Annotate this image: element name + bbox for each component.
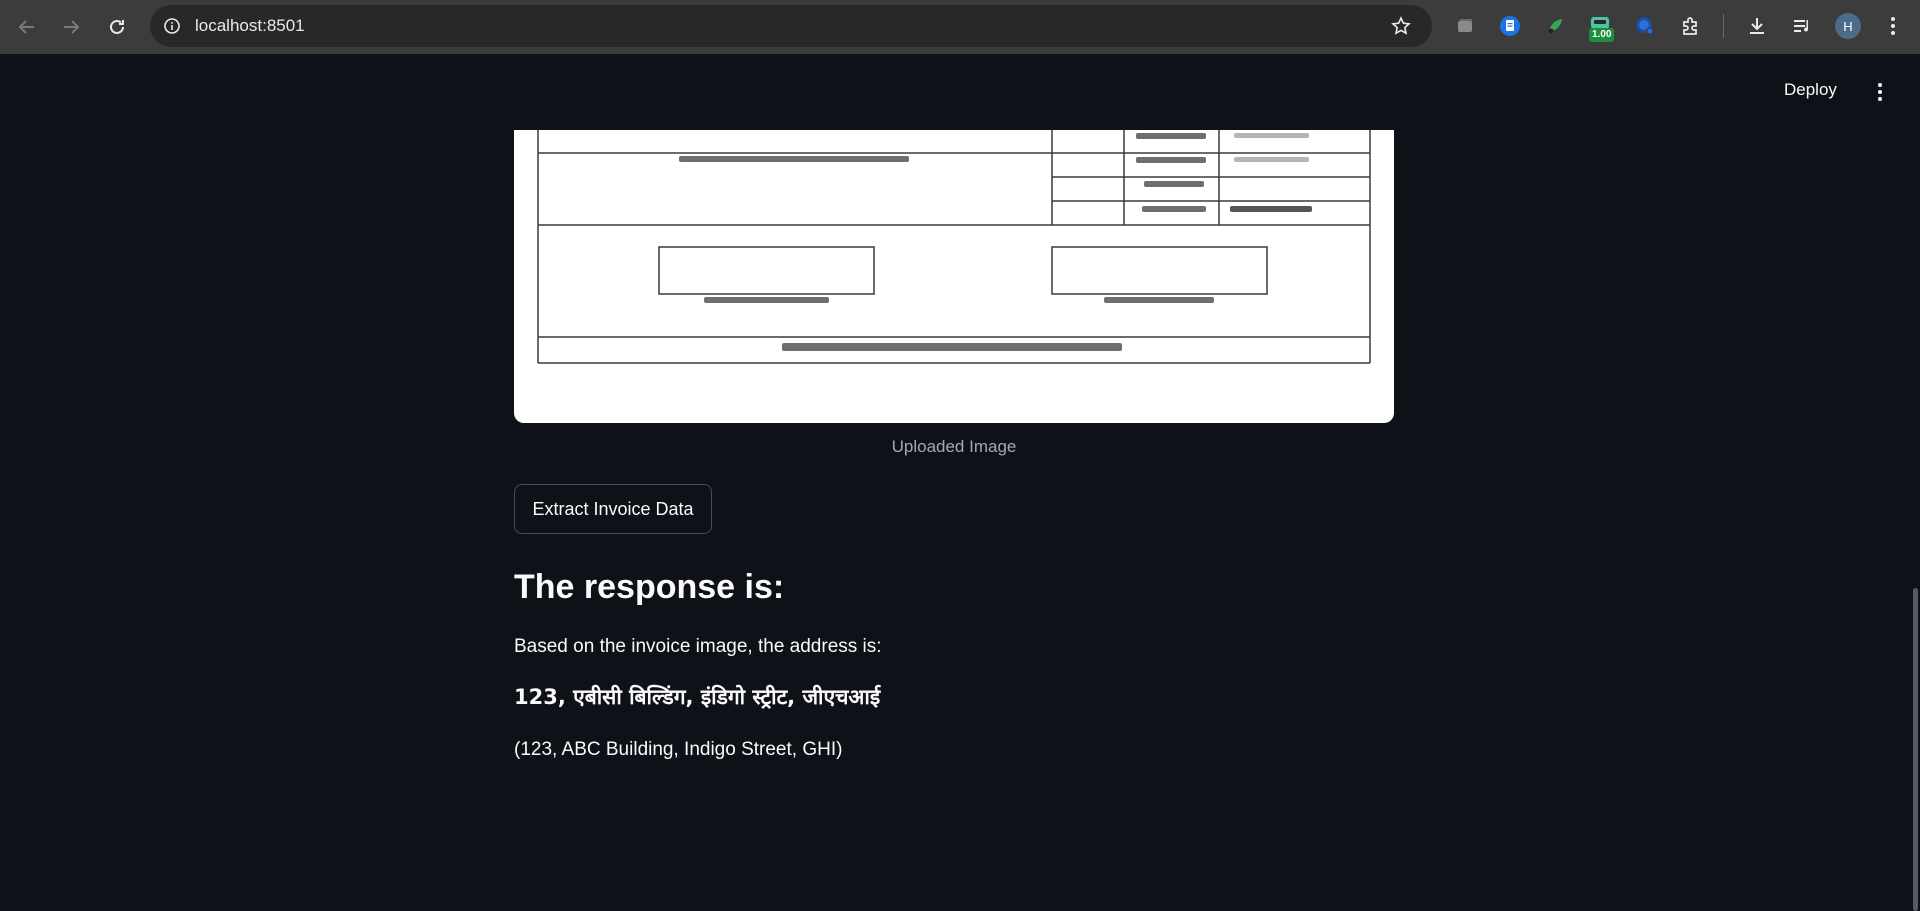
url-text[interactable]: localhost:8501	[195, 16, 305, 36]
reload-icon	[110, 19, 124, 34]
scrollbar-thumb[interactable]	[1913, 588, 1918, 911]
app-header	[0, 54, 1920, 130]
extensions-puzzle-icon[interactable]	[1675, 11, 1705, 41]
docs-extension-icon[interactable]	[1495, 11, 1525, 41]
download-icon[interactable]	[1742, 11, 1772, 41]
address-bar[interactable]: localhost:8501	[150, 5, 1432, 47]
arrow-right-icon	[64, 20, 80, 34]
extract-invoice-data-button[interactable]: Extract Invoice Data	[514, 484, 712, 534]
response-translation-text: (123, ABC Building, Indigo Street, GHI)	[514, 739, 843, 760]
bookmark-star-icon[interactable]	[1388, 13, 1414, 39]
media-playlist-icon[interactable]	[1787, 11, 1817, 41]
leaf-extension-icon[interactable]	[1540, 11, 1570, 41]
toolbar-divider	[1723, 14, 1724, 38]
app-menu-icon[interactable]	[1870, 78, 1890, 106]
globe-extension-icon[interactable]	[1630, 11, 1660, 41]
profile-avatar[interactable]: H	[1835, 13, 1861, 39]
back-button[interactable]	[12, 12, 42, 42]
response-address-text: 123, एबीसी बिल्डिंग, इंडिगो स्ट्रीट, जीए…	[514, 685, 881, 709]
extension-badge: 1.00	[1589, 28, 1615, 42]
reload-button[interactable]	[102, 12, 132, 42]
response-heading: The response is:	[514, 568, 785, 606]
browser-menu-icon[interactable]	[1878, 11, 1908, 41]
forward-button[interactable]	[56, 12, 86, 42]
uploaded-invoice-image	[514, 130, 1394, 423]
site-info-icon[interactable]	[160, 14, 184, 38]
deploy-button[interactable]: Deploy	[1784, 80, 1837, 100]
browser-toolbar: localhost:8501 1.00 H	[0, 0, 1920, 54]
arrow-left-icon	[18, 20, 34, 34]
response-intro-text: Based on the invoice image, the address …	[514, 636, 882, 657]
image-caption: Uploaded Image	[891, 437, 1017, 456]
tab-group-icon[interactable]	[1450, 11, 1480, 41]
